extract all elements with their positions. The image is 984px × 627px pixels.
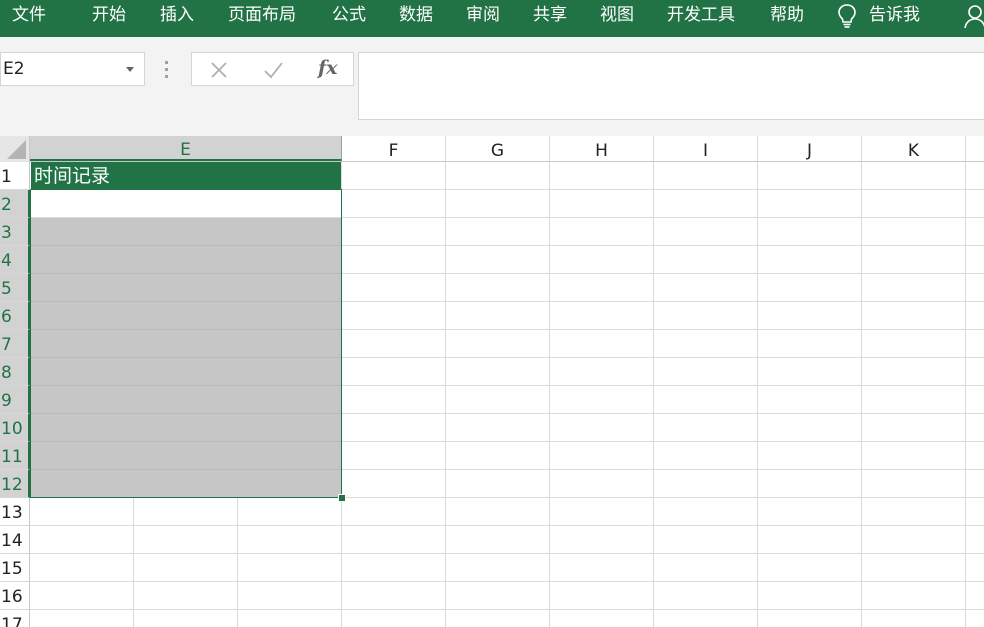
tab-developer[interactable]: 开发工具	[667, 0, 735, 30]
row-header-15[interactable]: 15	[0, 554, 30, 582]
column-header-i[interactable]: I	[654, 136, 758, 161]
name-box[interactable]: E2	[0, 52, 145, 86]
name-box-value[interactable]: E2	[3, 53, 25, 85]
row-header-17[interactable]: 17	[0, 610, 30, 627]
column-header-e[interactable]: E	[30, 136, 342, 161]
formula-bar-area: E2 fx	[0, 37, 984, 136]
row-header-3[interactable]: 3	[0, 218, 30, 246]
tell-me-search[interactable]: 告诉我	[869, 0, 920, 30]
cell-area[interactable]: 时间记录	[30, 162, 984, 627]
tab-view[interactable]: 视图	[600, 0, 634, 30]
row-header-16[interactable]: 16	[0, 582, 30, 610]
row-header-6[interactable]: 6	[0, 302, 30, 330]
formula-bar-grip[interactable]	[165, 61, 169, 79]
cancel-x-icon[interactable]	[208, 59, 230, 81]
column-header-g[interactable]: G	[446, 136, 550, 161]
enter-check-icon[interactable]	[262, 59, 284, 81]
row-header-2[interactable]: 2	[0, 190, 30, 218]
row-header-5[interactable]: 5	[0, 274, 30, 302]
tab-file[interactable]: 文件	[12, 0, 46, 30]
cell-e1[interactable]: 时间记录	[31, 162, 341, 189]
row-header-14[interactable]: 14	[0, 526, 30, 554]
worksheet-grid: E F G H I J K 1 2 3 4 5 6 7 8 9 10 11 12…	[0, 136, 984, 627]
selected-range-e3-e12[interactable]	[31, 218, 341, 498]
tab-data[interactable]: 数据	[399, 0, 433, 30]
formula-input[interactable]	[358, 52, 984, 120]
column-header-k[interactable]: K	[862, 136, 966, 161]
row-header-4[interactable]: 4	[0, 246, 30, 274]
row-header-9[interactable]: 9	[0, 386, 30, 414]
column-header-h[interactable]: H	[550, 136, 654, 161]
row-header-7[interactable]: 7	[0, 330, 30, 358]
formula-buttons: fx	[191, 52, 354, 86]
column-header-j[interactable]: J	[758, 136, 862, 161]
tab-page-layout[interactable]: 页面布局	[228, 0, 296, 30]
row-header-10[interactable]: 10	[0, 414, 30, 442]
tab-home[interactable]: 开始	[92, 0, 126, 30]
active-cell-e2[interactable]	[31, 190, 341, 217]
person-share-icon[interactable]	[964, 3, 984, 29]
chevron-down-icon[interactable]	[126, 67, 134, 72]
tab-help[interactable]: 帮助	[770, 0, 804, 30]
tab-formulas[interactable]: 公式	[332, 0, 366, 30]
column-headers: E F G H I J K	[30, 136, 984, 162]
row-header-13[interactable]: 13	[0, 498, 30, 526]
row-header-12[interactable]: 12	[0, 470, 30, 498]
ribbon-tabs-bar: 文件 开始 插入 页面布局 公式 数据 审阅 共享 视图 开发工具 帮助 告诉我	[0, 0, 984, 37]
column-header-f[interactable]: F	[342, 136, 446, 161]
lightbulb-icon[interactable]	[836, 2, 858, 30]
row-headers: 1 2 3 4 5 6 7 8 9 10 11 12 13 14 15 16 1…	[0, 162, 30, 627]
row-header-11[interactable]: 11	[0, 442, 30, 470]
select-all-corner[interactable]	[0, 136, 30, 162]
tab-insert[interactable]: 插入	[160, 0, 194, 30]
tab-review[interactable]: 审阅	[466, 0, 500, 30]
row-header-8[interactable]: 8	[0, 358, 30, 386]
row-header-1[interactable]: 1	[0, 162, 30, 190]
tab-share[interactable]: 共享	[533, 0, 567, 30]
fill-handle[interactable]	[338, 494, 346, 502]
column-header-l[interactable]	[966, 136, 984, 161]
insert-function-button[interactable]: fx	[318, 57, 338, 79]
